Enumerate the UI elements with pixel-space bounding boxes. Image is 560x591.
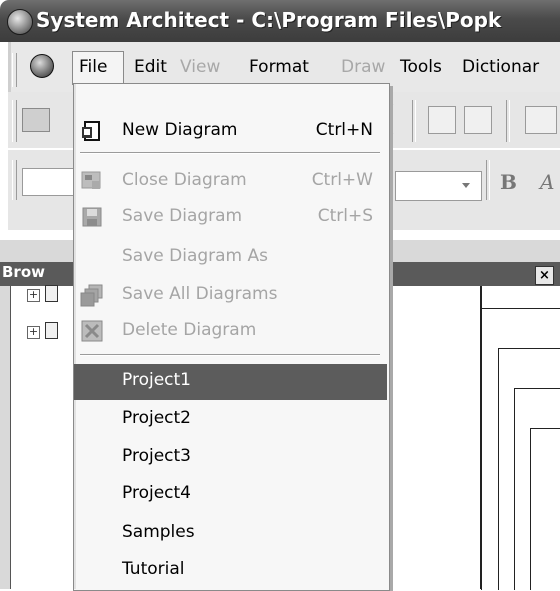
toolbar-separator: [412, 100, 416, 142]
menu-item-label: Save All Diagrams: [122, 284, 278, 304]
menu-format[interactable]: Format: [249, 53, 309, 81]
window-title: System Architect - C:\Program Files\Popk: [36, 8, 502, 32]
menu-item-samples[interactable]: Samples: [74, 516, 387, 550]
tree-expand-icon[interactable]: +: [27, 289, 40, 302]
menu-item-save-diagram-as[interactable]: Save Diagram As: [74, 240, 387, 274]
menubar-grip[interactable]: [12, 53, 17, 87]
app-icon[interactable]: [7, 9, 33, 35]
panel-border: [0, 286, 10, 589]
menu-item-label: Project2: [122, 408, 191, 428]
menu-item-label: Tutorial: [122, 559, 185, 579]
menu-item-label: Samples: [122, 522, 195, 542]
menu-item-label: Close Diagram: [122, 170, 247, 190]
save-diagram-icon: [80, 205, 104, 229]
menu-item-save-all-diagrams[interactable]: Save All Diagrams: [74, 278, 387, 312]
menu-item-project1[interactable]: Project1: [74, 364, 387, 400]
menu-file[interactable]: File: [79, 53, 107, 81]
chevron-down-icon[interactable]: [462, 183, 470, 188]
menu-item-label: Project3: [122, 446, 191, 466]
menu-view[interactable]: View: [180, 53, 220, 81]
menu-item-shortcut: Ctrl+W: [311, 170, 373, 190]
menu-item-new-diagram[interactable]: New Diagram Ctrl+N: [74, 114, 387, 148]
new-diagram-icon: [80, 119, 104, 143]
close-icon[interactable]: ×: [535, 266, 554, 285]
delete-diagram-icon: [80, 319, 104, 343]
open-icon[interactable]: [22, 108, 50, 132]
menu-item-label: Delete Diagram: [122, 320, 257, 340]
menu-item-label: Project4: [122, 483, 191, 503]
document-control-icon[interactable]: [30, 54, 54, 78]
menu-item-shortcut: Ctrl+S: [317, 206, 373, 226]
menu-item-label: Save Diagram: [122, 206, 243, 226]
menu-item-close-diagram[interactable]: Close Diagram Ctrl+W: [74, 164, 387, 198]
menu-item-label: New Diagram: [122, 120, 238, 140]
new-diagram-toolbar-icon[interactable]: [428, 106, 456, 134]
toolbar-separator: [506, 100, 510, 142]
bold-button[interactable]: B: [500, 170, 517, 194]
menu-separator: [80, 152, 380, 154]
tree-expand-icon[interactable]: +: [27, 326, 40, 339]
menu-item-project4[interactable]: Project4: [74, 477, 387, 511]
close-diagram-icon: [80, 169, 104, 193]
menu-draw[interactable]: Draw: [341, 53, 385, 81]
close-diagram-toolbar-icon[interactable]: [464, 106, 492, 134]
menu-item-save-diagram[interactable]: Save Diagram Ctrl+S: [74, 200, 387, 234]
toolbar-grip[interactable]: [12, 100, 17, 142]
diagram-line: [530, 428, 560, 590]
menu-item-delete-diagram[interactable]: Delete Diagram: [74, 314, 387, 348]
menu-dictionary[interactable]: Dictionar: [462, 53, 539, 81]
menu-item-shortcut: Ctrl+N: [315, 120, 373, 140]
tree-node-icon[interactable]: [45, 285, 58, 302]
italic-button[interactable]: A: [540, 170, 554, 194]
menu-item-project2[interactable]: Project2: [74, 402, 387, 436]
menu-item-project3[interactable]: Project3: [74, 440, 387, 474]
menu-item-tutorial[interactable]: Tutorial: [74, 553, 387, 587]
menu-edit[interactable]: Edit: [134, 53, 167, 81]
browser-title: Brow: [2, 263, 45, 281]
menu-separator: [80, 354, 380, 356]
toolbar-grip[interactable]: [12, 160, 17, 200]
toolbar-separator: [486, 160, 490, 200]
tree-node-icon[interactable]: [45, 322, 58, 339]
menu-item-label: Project1: [122, 370, 191, 390]
save-toolbar-icon[interactable]: [525, 106, 557, 134]
menu-item-label: Save Diagram As: [122, 246, 269, 266]
save-all-diagrams-icon: [80, 283, 104, 307]
menu-tools[interactable]: Tools: [400, 53, 442, 81]
